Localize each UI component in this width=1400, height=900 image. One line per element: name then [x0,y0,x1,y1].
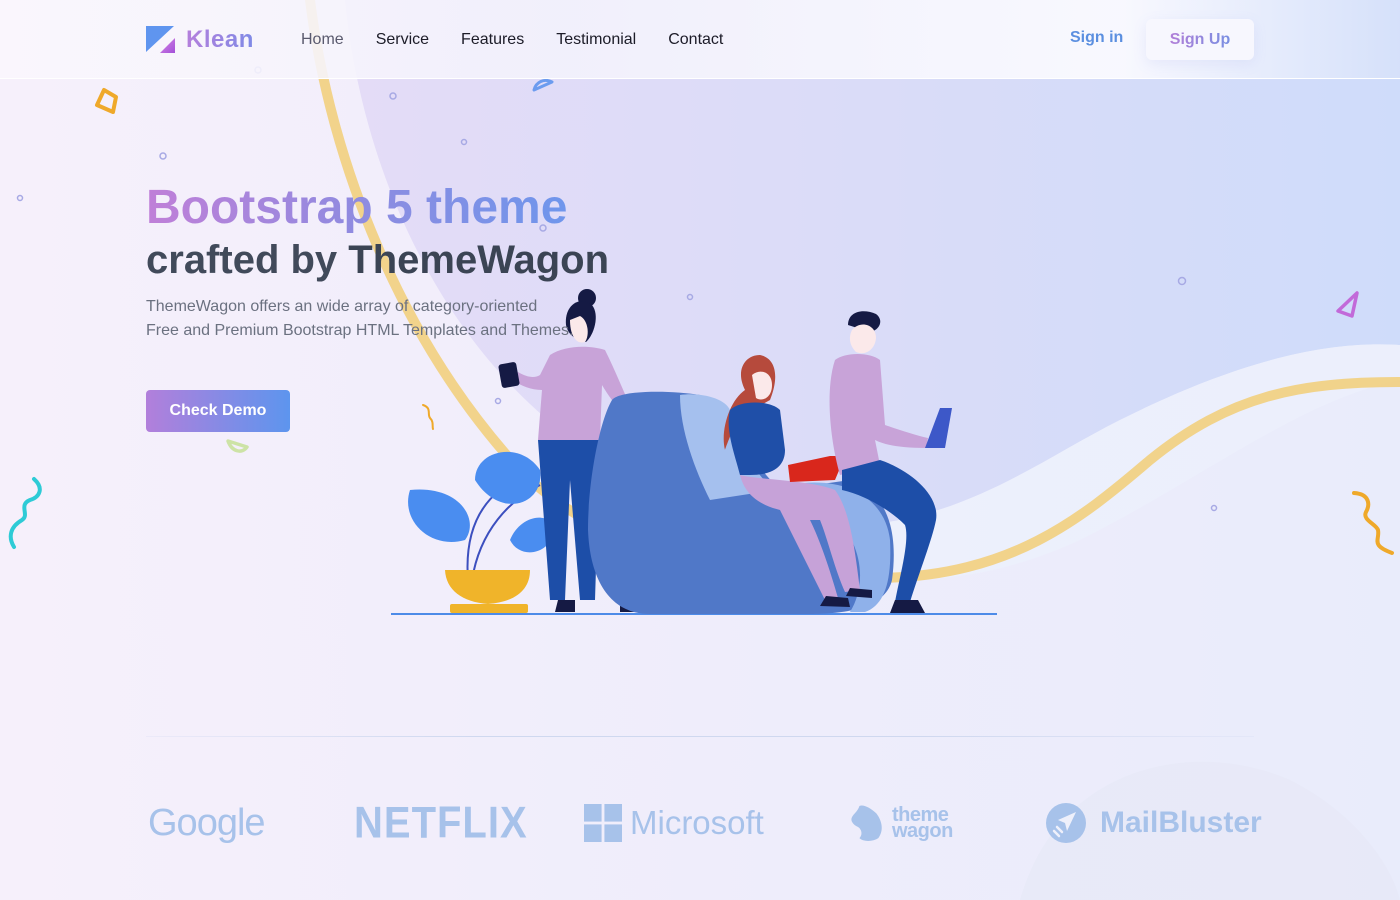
hero-subtitle: crafted by ThemeWagon [146,238,609,283]
potted-plant [408,451,555,613]
orange-quad-shape [95,88,118,114]
cyan-squiggle-shape [8,477,42,549]
hero-subtitle-strong: ThemeWagon [348,238,610,282]
mailbluster-plane-icon [1046,803,1086,843]
netflix-logo: NETFLIX [354,797,528,848]
mailbluster-logo-text: MailBluster [1100,806,1262,839]
check-demo-button[interactable]: Check Demo [146,390,290,432]
themewagon-horse-icon [851,805,882,841]
blue-half-disc-shape [532,78,554,92]
microsoft-logo-icon [584,804,622,842]
nav-link-service[interactable]: Service [376,31,429,48]
partner-mailbluster[interactable]: MailBluster [1046,795,1262,851]
microsoft-logo-text: Microsoft [630,804,764,841]
green-half-disc-shape [226,439,249,453]
hero-description: ThemeWagon offers an wide array of categ… [146,295,606,343]
hero-subtitle-prefix: crafted by [146,238,349,282]
themewagon-line2: wagon [892,820,953,842]
google-logo: Google [148,801,266,844]
hero-title: Bootstrap 5 theme [146,181,568,234]
partner-netflix[interactable]: NETFLIX [354,792,528,855]
hero-description-line2: Free and Premium Bootstrap HTML Template… [146,322,574,339]
nav-link-contact[interactable]: Contact [668,31,723,48]
brand-name: Klean [186,26,254,53]
partner-microsoft[interactable]: Microsoft [584,795,764,851]
orange-squiggle-right-shape [1352,491,1394,555]
nav-links: Home Service Features Testimonial Contac… [301,29,723,49]
klean-logo-icon [146,26,175,53]
section-divider [146,736,1254,737]
sign-in-link[interactable]: Sign in [1070,29,1123,47]
sign-up-label: Sign Up [1169,30,1231,48]
partner-themewagon[interactable]: theme wagon [850,795,953,851]
sign-up-button[interactable]: Sign Up [1146,19,1254,60]
partner-logos: Google NETFLIX Microsoft theme wagon Mai… [146,792,1262,855]
themewagon-logo-text: theme wagon [892,805,953,842]
partner-google[interactable]: Google [148,795,266,851]
nav-link-features[interactable]: Features [461,31,524,48]
purple-triangle-shape [1336,291,1359,318]
nav-link-home[interactable]: Home [301,31,344,48]
hero-description-line1: ThemeWagon offers an wide array of categ… [146,298,538,315]
navbar: Klean Home Service Features Testimonial … [0,0,1400,79]
brand-link[interactable]: Klean [146,26,254,54]
nav-link-testimonial[interactable]: Testimonial [556,31,636,48]
